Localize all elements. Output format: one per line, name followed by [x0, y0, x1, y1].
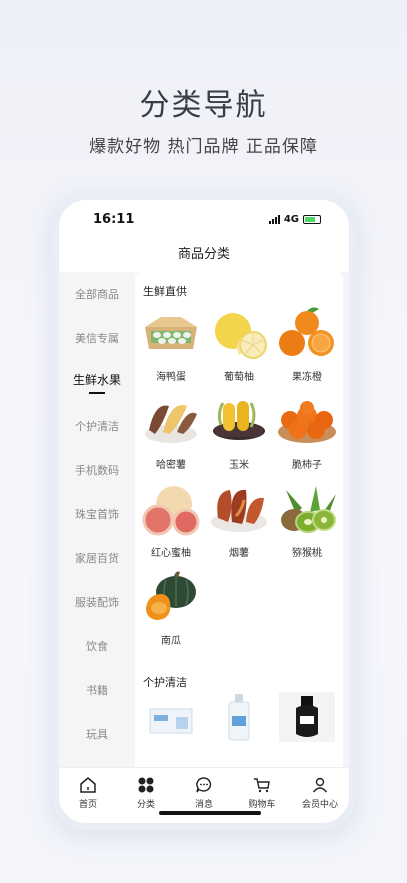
- product-grid: 海鸭蛋 葡萄柚 果冻橙 哈密薯 玉米 脆柿子 红心蜜柚 烟薯 猕猴桃 南瓜: [135, 300, 343, 656]
- tab-messages[interactable]: 消息: [175, 768, 233, 817]
- product-item[interactable]: [139, 692, 203, 742]
- tab-label: 首页: [78, 799, 97, 810]
- sidebar-item-label: 书籍: [86, 684, 108, 697]
- sidebar-item-label: 全部商品: [75, 288, 119, 301]
- product-item[interactable]: 烟薯: [207, 480, 271, 568]
- sidebar-item-apparel[interactable]: 服装配饰: [59, 580, 135, 624]
- persimmon-icon: [276, 392, 338, 450]
- product-panel: 生鲜直供 海鸭蛋 葡萄柚 果冻橙 哈密薯 玉米 脆柿子 红心蜜柚 烟薯 猕猴桃 …: [135, 272, 343, 767]
- network-label: 4G: [283, 213, 299, 225]
- product-name: 哈密薯: [156, 460, 186, 471]
- product-name: 葡萄柚: [224, 372, 254, 383]
- sidebar-item-books[interactable]: 书籍: [59, 668, 135, 712]
- tab-label: 消息: [194, 799, 213, 810]
- product-item[interactable]: 脆柿子: [275, 392, 339, 480]
- product-item[interactable]: 猕猴桃: [275, 480, 339, 568]
- category-icon: [138, 777, 154, 792]
- signal-icon: [268, 214, 280, 224]
- sidebar-item-label: 玩具: [86, 728, 108, 741]
- phone-frame: 16:11 4G 商品分类 全部商品 美信专属 生鲜水果 个护清洁 手机数码 珠…: [52, 193, 356, 830]
- sidebar-item-label: 服装配饰: [75, 596, 119, 609]
- sidebar-item-exclusive[interactable]: 美信专属: [59, 316, 135, 360]
- promo-subtitle: 爆款好物 热门品牌 正品保障: [89, 137, 318, 157]
- promo-title: 分类导航: [139, 88, 268, 123]
- grapefruit-icon: [208, 304, 270, 362]
- toner-bottle-icon: [279, 692, 335, 742]
- tab-member[interactable]: 会员中心: [291, 768, 349, 817]
- product-item[interactable]: 果冻橙: [275, 304, 339, 392]
- product-name: 脆柿子: [292, 460, 322, 471]
- sidebar-item-toys[interactable]: 玩具: [59, 712, 135, 756]
- sidebar-item-label: 手机数码: [75, 464, 119, 477]
- sidebar-item-label: 珠宝首饰: [75, 508, 119, 521]
- sidebar-item-digital[interactable]: 手机数码: [59, 448, 135, 492]
- hand-sanitizer-icon: [208, 692, 270, 742]
- sidebar-item-home[interactable]: 家居百货: [59, 536, 135, 580]
- duck-egg-box-icon: [140, 304, 202, 362]
- category-content: 全部商品 美信专属 生鲜水果 个护清洁 手机数码 珠宝首饰 家居百货 服装配饰 …: [59, 272, 349, 767]
- product-name: 烟薯: [229, 548, 249, 559]
- sidebar-item-label: 家居百货: [75, 552, 119, 565]
- status-time: 16:11: [93, 211, 135, 227]
- product-item[interactable]: 红心蜜柚: [139, 480, 203, 568]
- product-item[interactable]: 哈密薯: [139, 392, 203, 480]
- sidebar-item-food[interactable]: 饮食: [59, 624, 135, 668]
- product-name: 果冻橙: [292, 372, 322, 383]
- product-item[interactable]: 葡萄柚: [207, 304, 271, 392]
- sidebar-item-all[interactable]: 全部商品: [59, 272, 135, 316]
- pumpkin-icon: [140, 568, 202, 626]
- tab-bar: 首页 分类 消息 购物车 会员中心: [59, 767, 349, 817]
- sidebar-item-label: 美信专属: [75, 332, 119, 345]
- tissue-box-icon: [140, 692, 202, 742]
- cart-icon: [254, 777, 270, 792]
- battery-icon: [303, 214, 321, 224]
- sidebar-item-personal-care[interactable]: 个护清洁: [59, 404, 135, 448]
- tab-home[interactable]: 首页: [59, 768, 117, 817]
- section-title: 个护清洁: [143, 676, 187, 689]
- tab-label: 分类: [136, 799, 155, 810]
- sidebar-item-label: 生鲜水果: [72, 372, 121, 387]
- home-icon: [80, 776, 96, 793]
- sweet-potato-icon: [140, 392, 202, 450]
- product-item[interactable]: 南瓜: [139, 568, 203, 656]
- sidebar-item-label: 个护清洁: [75, 420, 119, 433]
- sidebar-item-jewelry[interactable]: 珠宝首饰: [59, 492, 135, 536]
- page-title: 商品分类: [177, 247, 230, 262]
- tab-category[interactable]: 分类: [117, 768, 175, 817]
- product-item[interactable]: 玉米: [207, 392, 271, 480]
- product-name: 海鸭蛋: [156, 372, 186, 383]
- product-name: 玉米: [229, 460, 249, 471]
- message-icon: [196, 776, 212, 792]
- home-indicator: [159, 811, 261, 815]
- product-item[interactable]: [207, 692, 271, 742]
- tab-label: 购物车: [248, 799, 276, 810]
- status-bar: 16:11 4G: [59, 200, 349, 238]
- sidebar-item-label: 饮食: [86, 640, 108, 653]
- section-title: 生鲜直供: [143, 285, 187, 298]
- product-grid: [135, 692, 343, 742]
- user-icon: [312, 777, 328, 792]
- red-pomelo-icon: [140, 480, 202, 538]
- product-name: 红心蜜柚: [151, 548, 191, 559]
- orange-icon: [276, 304, 338, 362]
- product-item[interactable]: [275, 692, 339, 742]
- sidebar-item-fresh-fruit[interactable]: 生鲜水果: [59, 360, 135, 404]
- product-name: 南瓜: [161, 636, 181, 647]
- product-name: 猕猴桃: [292, 548, 322, 559]
- active-indicator: [89, 391, 105, 394]
- category-sidebar: 全部商品 美信专属 生鲜水果 个护清洁 手机数码 珠宝首饰 家居百货 服装配饰 …: [59, 272, 135, 767]
- corn-icon: [208, 392, 270, 450]
- tab-label: 会员中心: [301, 799, 338, 810]
- kiwi-icon: [276, 480, 338, 538]
- product-item[interactable]: 海鸭蛋: [139, 304, 203, 392]
- tab-cart[interactable]: 购物车: [233, 768, 291, 817]
- roasted-potato-icon: [208, 480, 270, 538]
